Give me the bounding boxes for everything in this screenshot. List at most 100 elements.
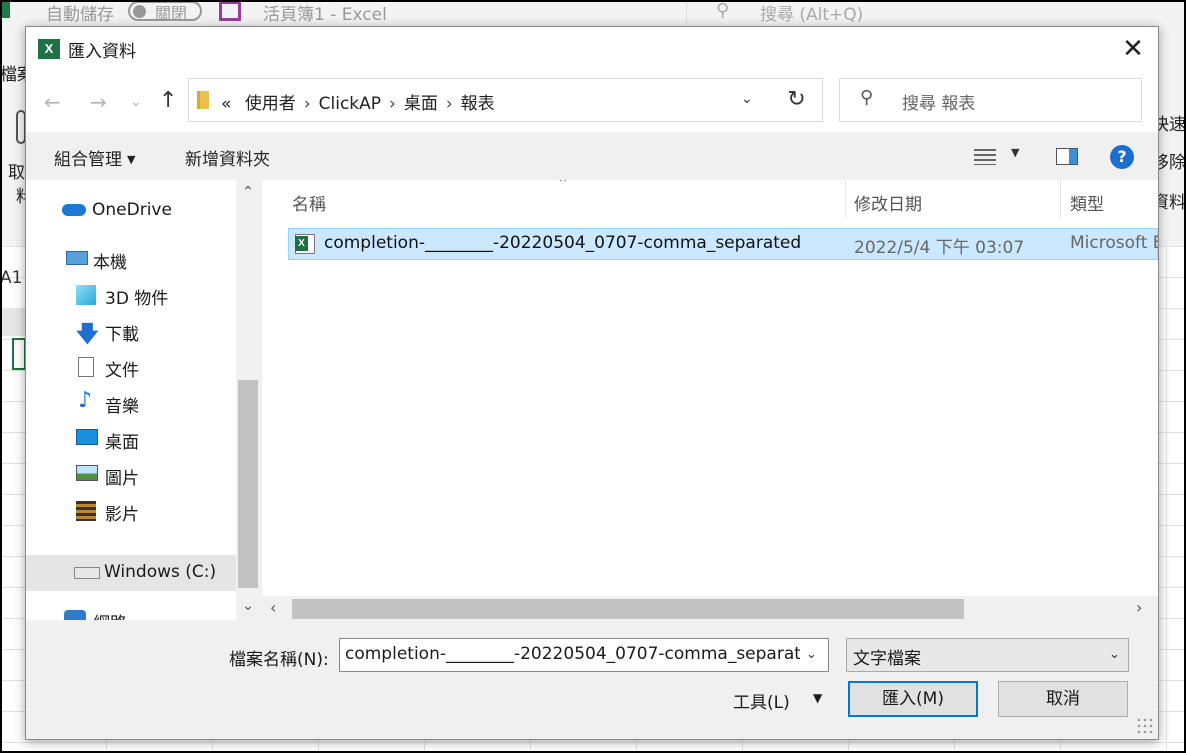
breadcrumb-users[interactable]: 使用者 — [245, 94, 296, 114]
breadcrumb-clickap[interactable]: ClickAP — [319, 94, 381, 114]
search-icon: ⚲ — [860, 87, 874, 108]
chevron-right-icon[interactable]: › — [304, 94, 311, 114]
title-separator — [686, 0, 687, 24]
chevron-right-icon[interactable]: › — [446, 94, 453, 114]
desktop-icon — [76, 429, 98, 445]
filename-history-chevron-icon[interactable]: ⌄ — [806, 647, 817, 662]
breadcrumb-desktop[interactable]: 桌面 — [404, 94, 438, 114]
dialog-title: 匯入資料 — [68, 42, 136, 62]
import-button[interactable]: 匯入(M) — [848, 681, 978, 717]
excel-logo-icon — [0, 0, 10, 18]
chevron-right-icon[interactable]: › — [389, 94, 396, 114]
search-icon[interactable]: ⚲ — [716, 0, 729, 21]
help-icon[interactable]: ? — [1110, 145, 1134, 169]
picture-icon — [76, 465, 98, 481]
document-icon — [78, 357, 94, 377]
file-modified: 2022/5/4 下午 03:07 — [854, 238, 1025, 258]
dialog-title-bar: X 匯入資料 ✕ — [26, 27, 1158, 72]
toggle-state: 關閉 — [155, 4, 188, 23]
search-box[interactable]: ⚲ 搜尋 報表 — [839, 78, 1142, 122]
breadcrumb: « 使用者 › ClickAP › 桌面 › 報表 — [221, 89, 495, 114]
network-icon — [64, 610, 86, 620]
view-options-caret-icon[interactable]: ▼ — [1011, 146, 1019, 159]
filename-input[interactable]: completion-________-20220504_0707-comma_… — [339, 638, 829, 672]
autosave-toggle[interactable]: 關閉 — [128, 1, 202, 23]
tools-caret-icon[interactable]: ▼ — [813, 691, 822, 705]
navigation-scrollbar[interactable]: ⌃ ⌄ — [236, 180, 260, 620]
column-divider[interactable] — [845, 180, 846, 218]
nav-item-this-pc[interactable]: 本機 — [26, 241, 236, 277]
address-dropdown-chevron-icon[interactable]: ⌄ — [741, 91, 753, 107]
nav-item-desktop[interactable]: 桌面 — [26, 421, 236, 457]
nav-item-documents[interactable]: 文件 — [26, 349, 236, 385]
scroll-left-icon[interactable]: ‹ — [270, 598, 276, 617]
file-type-value: 文字檔案 — [853, 649, 921, 669]
workbook-title: 活頁簿1 - Excel — [263, 5, 387, 25]
computer-icon — [66, 251, 88, 265]
active-cell[interactable] — [12, 338, 26, 370]
scroll-up-icon[interactable]: ⌃ — [236, 184, 260, 200]
new-folder-button[interactable]: 新增資料夾 — [185, 145, 270, 170]
file-row[interactable]: X completion-________-20220504_0707-comm… — [288, 228, 1158, 260]
column-header-name[interactable]: 名稱 — [292, 190, 326, 215]
navigation-bar: ← → ⌄ ↑ « 使用者 › ClickAP › 桌面 › 報表 ⌄ ↻ ⚲ 搜尋 報表 — [26, 72, 1158, 132]
drive-icon — [74, 567, 100, 579]
forward-arrow-icon[interactable]: → — [90, 90, 107, 114]
filename-value: completion-________-20220504_0707-comma_… — [345, 644, 800, 664]
excel-search-input[interactable]: 搜尋 (Alt+Q) — [760, 0, 863, 25]
breadcrumb-reports[interactable]: 報表 — [461, 94, 495, 114]
import-dialog: X 匯入資料 ✕ ← → ⌄ ↑ « 使用者 › ClickAP › 桌面 › 報表 ⌄ ↻… — [25, 26, 1159, 740]
command-toolbar: 組合管理 ▼ 新增資料夾 ▼ ? — [26, 132, 1158, 180]
view-details-icon[interactable] — [974, 149, 996, 165]
caret-down-icon: ▼ — [127, 153, 136, 166]
file-list-horizontal-scrollbar[interactable]: ‹ › — [262, 596, 1158, 620]
column-header-type[interactable]: 類型 — [1070, 190, 1104, 215]
nav-item-pictures[interactable]: 圖片 — [26, 457, 236, 493]
organize-button[interactable]: 組合管理 ▼ — [54, 145, 135, 170]
nav-item-onedrive[interactable]: OneDrive — [26, 193, 236, 229]
recent-locations-chevron-icon[interactable]: ⌄ — [130, 94, 142, 110]
nav-item-3d-objects[interactable]: 3D 物件 — [26, 277, 236, 313]
address-bar[interactable]: « 使用者 › ClickAP › 桌面 › 報表 ⌄ — [188, 78, 772, 122]
scroll-thumb[interactable] — [292, 599, 964, 619]
scroll-down-icon[interactable]: ⌄ — [236, 598, 260, 614]
nav-item-downloads[interactable]: 🡇 下載 — [26, 313, 236, 349]
back-arrow-icon[interactable]: ← — [44, 90, 61, 114]
scroll-thumb[interactable] — [238, 380, 258, 588]
up-arrow-icon[interactable]: ↑ — [159, 88, 177, 113]
file-type-select[interactable]: 文字檔案 ⌄ — [846, 638, 1129, 672]
file-name: completion-________-20220504_0707-comma_… — [324, 233, 802, 253]
cancel-button[interactable]: 取消 — [998, 681, 1128, 717]
get-data-label[interactable]: 取 — [8, 158, 25, 183]
resize-grip-icon[interactable] — [1136, 717, 1154, 735]
cloud-icon — [62, 204, 86, 216]
nav-item-network[interactable]: 網路 — [26, 602, 236, 620]
preview-pane-icon[interactable] — [1056, 148, 1078, 165]
column-header-modified[interactable]: 修改日期 — [854, 190, 922, 215]
nav-item-music[interactable]: ♪ 音樂 — [26, 385, 236, 421]
column-divider[interactable] — [1060, 180, 1061, 218]
tools-button[interactable]: 工具(L) — [733, 688, 790, 713]
file-type: Microsoft E — [1070, 233, 1158, 253]
name-box[interactable]: A1 — [0, 268, 22, 288]
csv-file-icon: X — [295, 234, 315, 254]
breadcrumb-overflow[interactable]: « — [221, 94, 231, 114]
select-all-corner[interactable] — [0, 308, 26, 336]
toggle-knob — [133, 5, 146, 18]
navigation-pane: OneDrive 本機 3D 物件 🡇 下載 文件 ♪ 音樂 桌面 圖片 影片 … — [26, 180, 260, 620]
close-button[interactable]: ✕ — [1116, 33, 1150, 65]
excel-app-icon: X — [38, 39, 64, 59]
nav-item-windows-c[interactable]: Windows (C:) — [26, 555, 236, 591]
sort-ascending-icon: ⌃ — [557, 180, 569, 192]
refresh-button[interactable]: ↻ — [771, 78, 823, 122]
file-list: ⌃ 名稱 修改日期 類型 X completion-________-20220… — [262, 180, 1158, 620]
filename-label: 檔案名稱(N): — [229, 650, 329, 670]
music-icon: ♪ — [78, 388, 93, 413]
search-placeholder: 搜尋 報表 — [902, 94, 976, 114]
nav-item-videos[interactable]: 影片 — [26, 493, 236, 529]
save-icon[interactable] — [219, 1, 241, 21]
scroll-right-icon[interactable]: › — [1136, 598, 1142, 617]
autosave-label: 自動儲存 — [46, 5, 114, 25]
download-icon: 🡇 — [76, 322, 99, 347]
chevron-down-icon: ⌄ — [1109, 647, 1120, 662]
